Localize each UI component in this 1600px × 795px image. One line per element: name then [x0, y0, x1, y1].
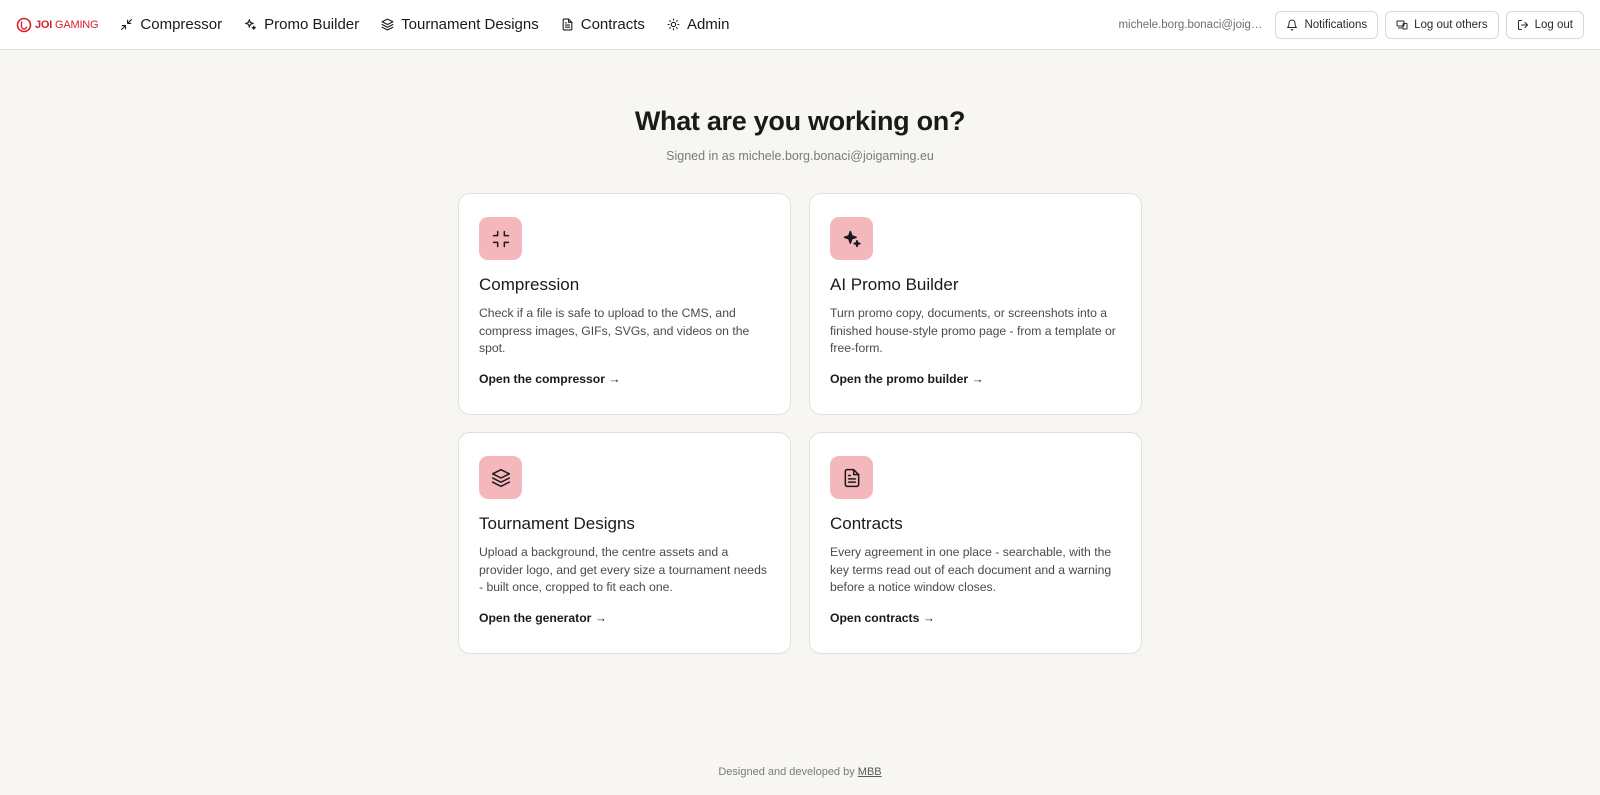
- card-title: Compression: [479, 275, 580, 294]
- sun-icon: [667, 18, 680, 31]
- open-generator-link[interactable]: Open the generator →: [479, 611, 607, 625]
- shrink-icon: [492, 230, 509, 247]
- card-title: AI Promo Builder: [830, 275, 959, 294]
- card-contracts[interactable]: Contracts Every agreement in one place -…: [809, 432, 1142, 654]
- header-actions: michele.borg.bonaci@joigaming.eu Notific…: [1118, 10, 1584, 39]
- logo-mark-icon: [16, 17, 32, 32]
- card-title: Contracts: [830, 514, 903, 533]
- sparkles-icon: [245, 19, 257, 30]
- card-compression[interactable]: Compression Check if a file is safe to u…: [458, 193, 791, 415]
- open-compressor-link[interactable]: Open the compressor →: [479, 372, 621, 386]
- card-tournament-designs[interactable]: Tournament Designs Upload a background, …: [458, 432, 791, 654]
- notifications-label: Notifications: [1304, 18, 1368, 31]
- nav-item-admin[interactable]: Admin: [667, 16, 730, 33]
- card-description: Upload a background, the centre assets a…: [479, 545, 767, 594]
- open-contracts-link[interactable]: Open contracts →: [830, 611, 935, 625]
- nav-item-promo-builder[interactable]: Promo Builder: [244, 16, 359, 33]
- nav-item-label: Promo Builder: [264, 16, 360, 33]
- main-nav: Compressor Promo Builder Tournament Desi…: [120, 16, 729, 33]
- document-icon: [562, 18, 573, 31]
- card-icon-badge: [479, 456, 522, 499]
- open-promo-builder-link[interactable]: Open the promo builder →: [830, 372, 984, 386]
- nav-item-label: Tournament Designs: [401, 16, 539, 33]
- nav-item-tournament-designs[interactable]: Tournament Designs: [381, 16, 539, 33]
- card-icon-badge: [830, 456, 873, 499]
- log-out-others-label: Log out others: [1414, 18, 1488, 31]
- logo-text: JOI GAMING: [35, 18, 99, 31]
- hero: What are you working on? Signed in as mi…: [0, 106, 1600, 163]
- top-navigation-bar: JOI GAMING Compressor Promo Builder Tour…: [0, 0, 1600, 50]
- page-title: What are you working on?: [634, 106, 966, 136]
- layers-icon: [491, 468, 510, 487]
- sparkles-icon: [843, 230, 861, 247]
- notifications-button[interactable]: Notifications: [1275, 10, 1379, 39]
- layers-icon: [381, 18, 394, 31]
- card-description: Check if a file is safe to upload to the…: [479, 306, 750, 355]
- footer-text: Designed and developed by: [718, 766, 855, 778]
- joi-gaming-logo[interactable]: JOI GAMING: [16, 17, 99, 33]
- nav-item-label: Compressor: [140, 16, 223, 33]
- signed-in-subtitle: Signed in as michele.borg.bonaci@joigami…: [666, 149, 934, 163]
- log-out-icon: [1517, 19, 1528, 30]
- nav-item-contracts[interactable]: Contracts: [561, 16, 645, 33]
- log-out-button[interactable]: Log out: [1505, 10, 1584, 39]
- card-description: Turn promo copy, documents, or screensho…: [830, 306, 1116, 355]
- shrink-icon: [121, 19, 133, 30]
- footer-mbb-link[interactable]: MBB: [858, 766, 882, 778]
- nav-item-label: Contracts: [580, 16, 645, 33]
- card-ai-promo-builder[interactable]: AI Promo Builder Turn promo copy, docume…: [809, 193, 1142, 415]
- nav-item-compressor[interactable]: Compressor: [120, 16, 222, 33]
- card-description: Every agreement in one place - searchabl…: [830, 545, 1112, 594]
- nav-item-label: Admin: [686, 16, 730, 33]
- log-out-label: Log out: [1534, 18, 1573, 31]
- devices-icon: [1396, 20, 1408, 29]
- card-icon-badge: [479, 217, 522, 260]
- card-icon-badge: [830, 217, 873, 260]
- bell-icon: [1287, 19, 1298, 30]
- page-footer: Designed and developed by MBB: [0, 766, 1600, 778]
- tool-cards-grid: Compression Check if a file is safe to u…: [458, 193, 1142, 654]
- log-out-others-button[interactable]: Log out others: [1385, 10, 1499, 39]
- card-title: Tournament Designs: [479, 514, 635, 533]
- document-icon: [844, 468, 859, 487]
- user-email: michele.borg.bonaci@joigaming.eu: [1118, 18, 1264, 31]
